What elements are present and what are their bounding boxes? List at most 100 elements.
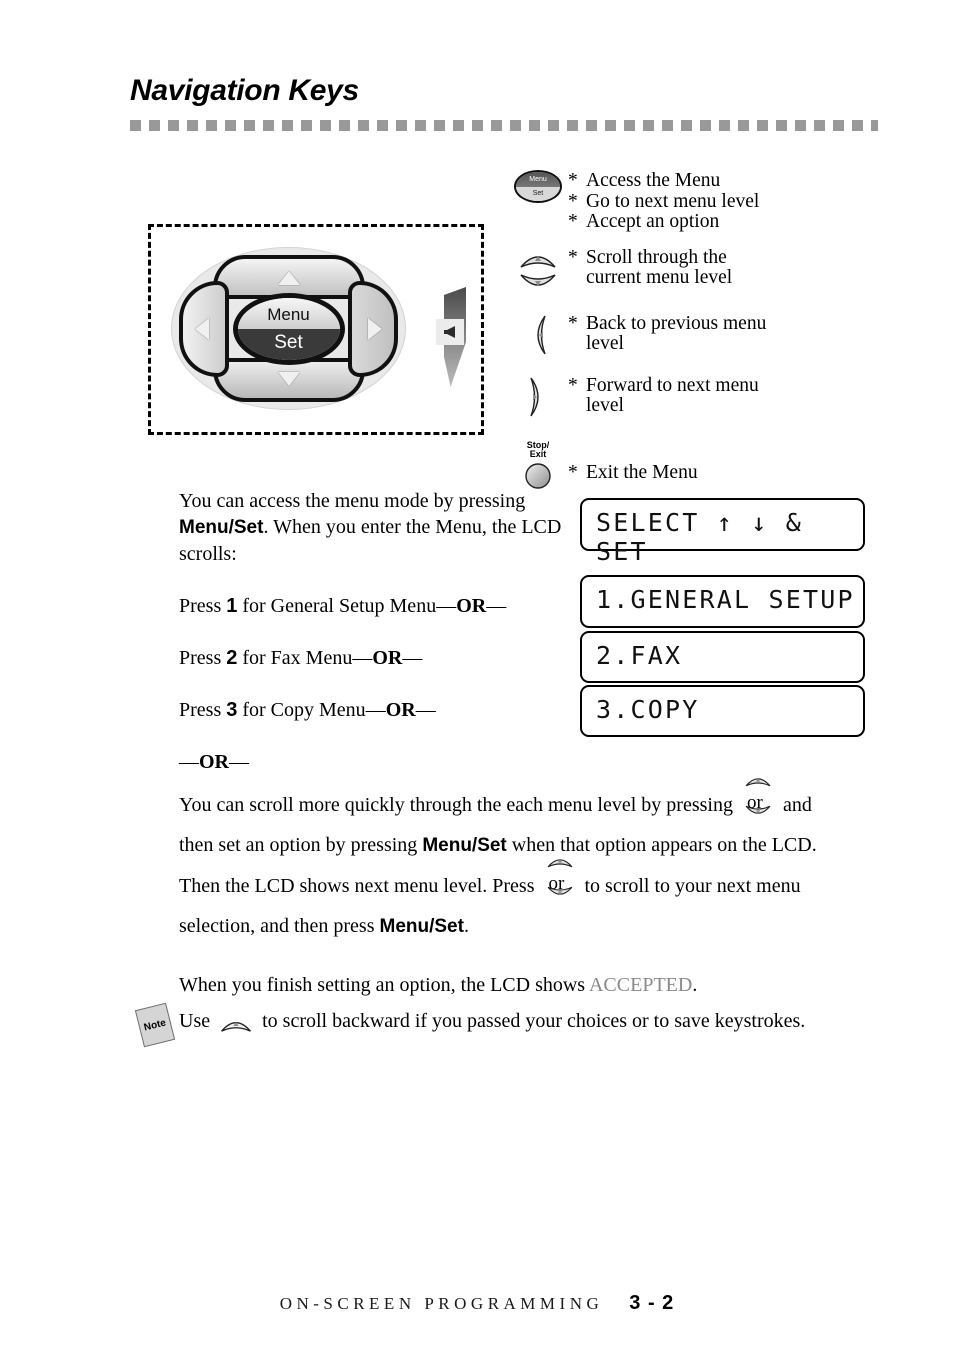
legend-text-stop-exit: * Exit the Menu (568, 441, 698, 484)
legend-row-scroll: * Scroll through the current menu level (508, 247, 868, 295)
legend-bullet: * (568, 170, 578, 191)
p3-or: OR (372, 647, 403, 669)
navpad-left-key[interactable] (179, 281, 229, 377)
wide-l2-menu-set: Menu/Set (422, 835, 507, 856)
p5-dash-right: — (229, 751, 249, 773)
set-label-area: Set (237, 328, 340, 360)
wide-line-4: selection, and then press Menu/Set. (179, 906, 879, 947)
p3-text-b: for Fax Menu (237, 647, 353, 669)
legend-line: Exit the Menu (586, 461, 698, 483)
right-arrow-key-icon (530, 377, 539, 416)
inline-scroll-down-key-icon (547, 886, 572, 895)
note-paragraph: Use to scroll backward if you passed you… (179, 1008, 899, 1040)
wide-line-2: then set an option by pressing Menu/Set … (179, 825, 879, 866)
p2-dash-left: — (436, 595, 457, 617)
wide-line-1: You can scroll more quickly through the … (179, 778, 879, 825)
legend-bullet: * (568, 190, 578, 212)
legend-text-forward: * Forward to next menu level (568, 375, 759, 417)
stop-exit-key-icon (525, 462, 551, 489)
legend-line: level (586, 333, 624, 354)
legend-line: Forward to next menu (586, 374, 759, 396)
p3-dash-left: — (352, 647, 373, 669)
accepted-paragraph: When you finish setting an option, the L… (179, 972, 879, 998)
legend-icon-stop-exit: Stop/ Exit (508, 439, 568, 490)
wide-l4-menu-set: Menu/Set (379, 916, 464, 937)
scroll-up-key-icon (520, 255, 556, 268)
legend-line: Scroll through the (586, 246, 727, 268)
speaker-glyph (444, 326, 455, 338)
lcd-screen-general-setup: 1.GENERAL SETUP (580, 575, 865, 628)
legend-text-back: * Back to previous menu level (568, 313, 766, 355)
body-text-column: You can access the menu mode by pressing… (179, 488, 569, 801)
legend-row-forward: * Forward to next menu level (508, 375, 868, 419)
p2-text-b: for General Setup Menu (237, 595, 437, 617)
navigation-pad-diagram: Menu Set (148, 224, 484, 435)
scroll-down-key-icon (520, 273, 556, 286)
note-text-b: to scroll backward if you passed your ch… (257, 1010, 806, 1032)
key-legend: Menu Set * Access the Menu * Go to next me… (508, 170, 868, 496)
paragraph-press-3: Press 3 for Copy Menu—OR— (179, 697, 569, 723)
left-arrow-icon (195, 318, 209, 340)
legend-text-scroll: * Scroll through the current menu level (568, 247, 732, 289)
menu-set-key-icon: Menu Set (514, 170, 562, 203)
inline-scroll-keys-or-2: or (540, 859, 580, 895)
wide-l3-b: to scroll to your next menu (579, 875, 801, 897)
legend-line: Access the Menu (586, 170, 721, 191)
wide-l3-a: Then the LCD shows next menu level. Pres… (179, 875, 540, 897)
p3-text-a: Press (179, 647, 227, 669)
page-footer: ON-SCREEN PROGRAMMING 3 - 2 (0, 1292, 954, 1315)
speaker-glyph-badge (436, 319, 464, 345)
lcd-screen-fax: 2.FAX (580, 631, 865, 683)
left-arrow-key-icon (537, 315, 546, 354)
legend-icon-scroll-keys (508, 247, 568, 295)
p3-number: 2 (226, 647, 238, 669)
up-arrow-icon (278, 271, 300, 285)
right-arrow-icon (368, 318, 382, 340)
menu-label-area: Menu (237, 297, 340, 329)
legend-bullet: * (568, 374, 578, 396)
page-title: Navigation Keys (130, 74, 359, 107)
accepted-text-a: When you finish setting an option, the L… (179, 974, 589, 996)
p5-or: OR (199, 751, 229, 773)
footer-section-title: ON-SCREEN PROGRAMMING (279, 1294, 604, 1313)
p4-text-a: Press (179, 699, 227, 721)
down-arrow-icon (278, 372, 300, 386)
navpad-down-key[interactable] (213, 358, 365, 402)
legend-row-stop-exit: Stop/ Exit * Exit the Menu (508, 439, 868, 490)
menu-set-icon-top-label: Menu (529, 175, 547, 183)
speaker-volume-icon (436, 287, 470, 387)
p4-dash-left: — (365, 699, 386, 721)
legend-bullet: * (568, 461, 578, 483)
wide-instructions-block: You can scroll more quickly through the … (179, 778, 879, 947)
p2-dash-right: — (486, 595, 507, 617)
wide-l4-a: selection, and then press (179, 915, 380, 937)
wide-l1-b: and (777, 794, 812, 816)
set-label: Set (274, 332, 303, 353)
p1-text-a: You can access the menu mode by pressing (179, 490, 526, 512)
inline-scroll-up-key-wrapper (219, 1014, 253, 1040)
legend-row-back: * Back to previous menu level (508, 313, 868, 357)
paragraph-press-1: Press 1 for General Setup Menu—OR— (179, 593, 569, 619)
p4-dash-right: — (415, 699, 436, 721)
stop-exit-caption: Stop/ Exit (526, 439, 550, 460)
wide-l1-a: You can scroll more quickly through the … (179, 794, 738, 816)
accepted-status-word: ACCEPTED (588, 974, 693, 996)
p4-text-b: for Copy Menu (237, 699, 366, 721)
p4-or: OR (385, 699, 416, 721)
navpad-menu-set-key[interactable]: Menu Set (232, 292, 345, 365)
legend-bullet: * (568, 211, 578, 232)
legend-line: Go to next menu level (586, 190, 760, 212)
menu-set-icon-bottom-label: Set (532, 190, 544, 198)
inline-scroll-keys-or-1: or (738, 778, 778, 814)
paragraph-access-menu: You can access the menu mode by pressing… (179, 488, 569, 567)
inline-scroll-up-key-icon (221, 1021, 252, 1032)
legend-line: Back to previous menu (586, 312, 767, 334)
navigation-pad: Menu Set (171, 247, 406, 410)
legend-bullet: * (568, 312, 578, 334)
legend-line: current menu level (586, 267, 733, 288)
legend-line: Accept an option (586, 211, 720, 232)
wide-l2-a: then set an option by pressing (179, 834, 423, 856)
menu-label: Menu (267, 305, 310, 324)
note-tag-icon: Note (134, 1002, 176, 1048)
stop-exit-caption-line1: Stop/ (526, 439, 550, 450)
